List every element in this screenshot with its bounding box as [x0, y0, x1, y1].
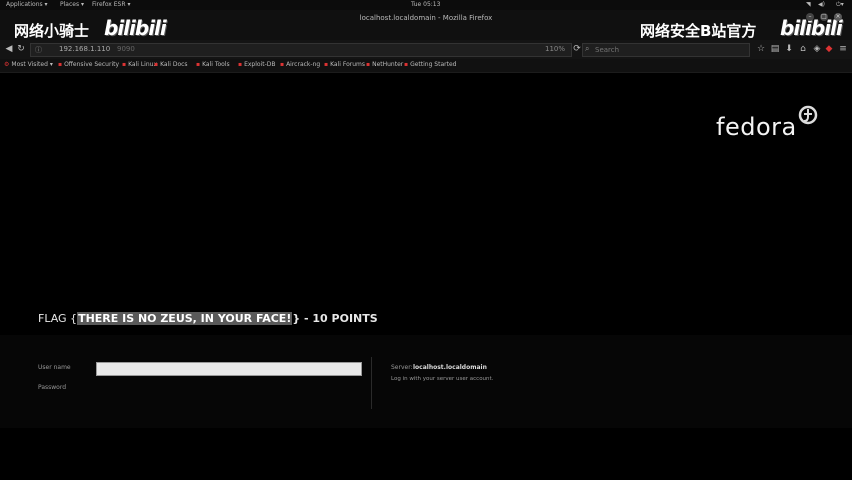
- fedora-infinity-icon: [798, 105, 818, 125]
- username-label: User name: [38, 364, 71, 371]
- bookmarks-toolbar: ⚙ Most Visited ▾ ▪ Offensive Security ▪ Kal…: [0, 59, 852, 73]
- navigation-toolbar: ◀ ↻ ⓘ 192.168.1.110 9090 110% ⟳ ⌕ ☆ ▤ ⬇ …: [0, 40, 852, 59]
- maximize-button[interactable]: □: [820, 13, 828, 21]
- places-menu[interactable]: Places ▾: [60, 1, 84, 8]
- minimize-button[interactable]: –: [806, 13, 814, 21]
- pocket-icon[interactable]: ◈: [812, 44, 822, 54]
- flag-banner: FLAG {THERE IS NO ZEUS, IN YOUR FACE!} -…: [38, 312, 378, 325]
- url-text: 192.168.1.110: [59, 45, 111, 53]
- bookmark-nethunter[interactable]: ▪ NetHunter: [366, 61, 403, 68]
- server-hint: Log in with your server user account.: [391, 376, 494, 382]
- power-icon[interactable]: ⏻▾: [836, 1, 844, 9]
- url-port: 9090: [117, 45, 135, 53]
- kali-favicon-icon: ▪: [366, 61, 371, 68]
- library-icon[interactable]: ▤: [770, 44, 780, 54]
- firefox-app-menu[interactable]: Firefox ESR ▾: [92, 1, 130, 8]
- bookmark-kali-forums[interactable]: ▪ Kali Forums: [324, 61, 365, 68]
- bilibili-logo-left: bilibili: [104, 16, 167, 40]
- close-button[interactable]: ×: [834, 13, 842, 21]
- server-label: Server:: [391, 364, 413, 371]
- bookmark-star-icon[interactable]: ☆: [756, 44, 766, 54]
- watermark-left-text: 网络小骑士: [14, 22, 90, 40]
- kali-favicon-icon: ▪: [324, 61, 329, 68]
- flag-prefix: FLAG {: [38, 312, 78, 325]
- bookmark-most-visited[interactable]: ⚙ Most Visited ▾: [4, 61, 53, 68]
- zoom-level[interactable]: 110%: [545, 45, 565, 53]
- flag-text: THERE IS NO ZEUS, IN YOUR FACE!: [77, 312, 293, 325]
- addon-icon[interactable]: ◆: [824, 44, 834, 54]
- search-bar[interactable]: ⌕: [582, 43, 750, 57]
- bookmark-kali-tools[interactable]: ▪ Kali Tools: [196, 61, 230, 68]
- aircrack-favicon-icon: ▪: [280, 61, 285, 68]
- kali-favicon-icon: ▪: [122, 61, 127, 68]
- search-input[interactable]: [595, 44, 745, 56]
- url-bar[interactable]: ⓘ 192.168.1.110 9090 110%: [30, 43, 572, 57]
- fedora-logo: fedora: [716, 105, 826, 143]
- server-value: localhost.localdomain: [413, 364, 487, 371]
- bookmark-aircrack-ng[interactable]: ▪ Aircrack-ng: [280, 61, 320, 68]
- flag-points: } - 10 POINTS: [292, 312, 378, 325]
- downloads-icon[interactable]: ⬇: [784, 44, 794, 54]
- search-icon: ⌕: [585, 44, 590, 53]
- bookmark-getting-started[interactable]: ▪ Getting Started: [404, 61, 456, 68]
- volume-icon[interactable]: ◀): [818, 1, 825, 8]
- login-divider: [371, 357, 372, 409]
- kali-favicon-icon: ▪: [154, 61, 159, 68]
- bookmark-exploit-db[interactable]: ▪ Exploit-DB: [238, 61, 276, 68]
- clock[interactable]: Tue 05:13: [411, 1, 440, 8]
- reload-url-icon[interactable]: ⟳: [572, 44, 582, 54]
- login-panel: User name Password Server: localhost.loc…: [0, 335, 852, 428]
- site-info-icon[interactable]: ⓘ: [35, 45, 42, 55]
- bookmark-offensive-security[interactable]: ▪ Offensive Security: [58, 61, 119, 68]
- back-icon[interactable]: ◀: [4, 44, 14, 54]
- home-icon[interactable]: ⌂: [798, 44, 808, 54]
- firefox-favicon-icon: ▪: [404, 61, 409, 68]
- applications-menu[interactable]: Applications ▾: [6, 1, 48, 8]
- hamburger-menu-icon[interactable]: ≡: [838, 44, 848, 54]
- window-titlebar: localhost.localdomain - Mozilla Firefox …: [0, 10, 852, 40]
- bottom-black-area: [0, 428, 852, 480]
- network-icon[interactable]: ◥: [806, 1, 811, 8]
- kali-favicon-icon: ▪: [196, 61, 201, 68]
- watermark-right-text: 网络安全B站官方: [640, 22, 757, 40]
- page-content: fedora FLAG {THERE IS NO ZEUS, IN YOUR F…: [0, 73, 852, 428]
- system-top-bar: Applications ▾ Places ▾ Firefox ESR ▾ Tu…: [0, 0, 852, 10]
- reload-icon[interactable]: ↻: [16, 44, 26, 54]
- username-input[interactable]: [96, 362, 362, 376]
- fedora-logo-text: fedora: [716, 113, 797, 141]
- bookmark-kali-docs[interactable]: ▪ Kali Docs: [154, 61, 188, 68]
- bookmark-kali-linux[interactable]: ▪ Kali Linux: [122, 61, 157, 68]
- password-label: Password: [38, 384, 67, 391]
- gear-icon: ⚙: [4, 61, 10, 68]
- bookmark-favicon-icon: ▪: [58, 61, 63, 68]
- exploit-db-favicon-icon: ▪: [238, 61, 243, 68]
